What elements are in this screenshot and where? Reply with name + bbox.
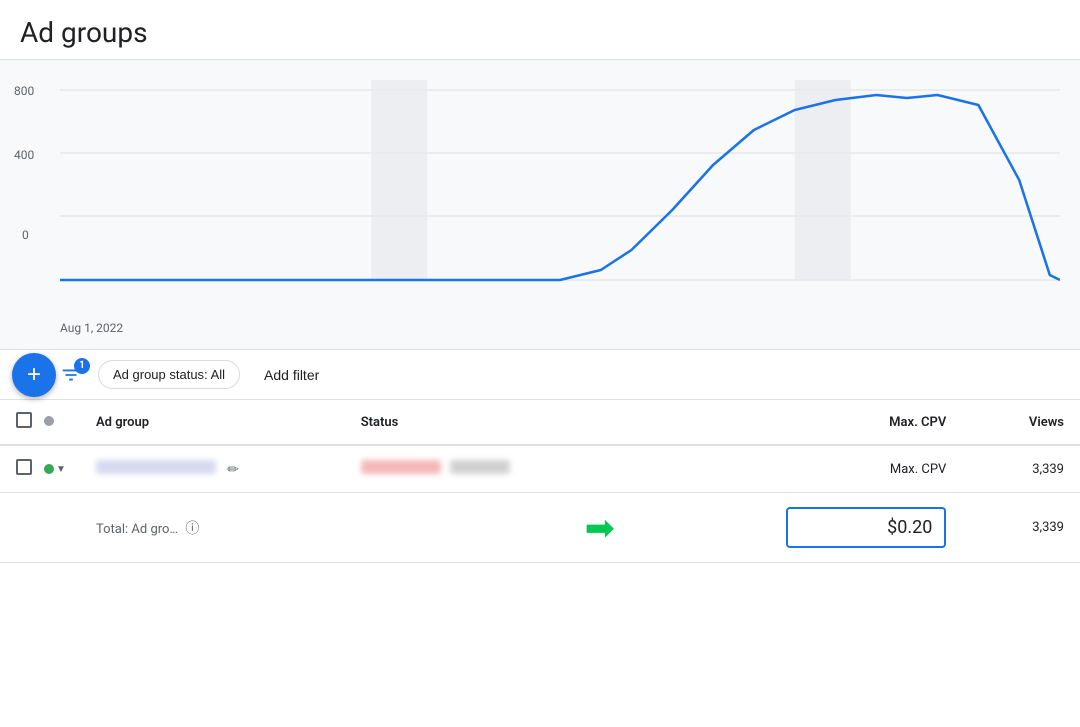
row-checkbox[interactable] xyxy=(16,459,32,475)
total-help-icon[interactable]: ⓘ xyxy=(185,521,199,537)
select-all-checkbox[interactable] xyxy=(16,412,32,428)
total-status-cell xyxy=(40,493,80,563)
total-max-cpv-highlighted[interactable]: $0.20 xyxy=(786,507,946,548)
row-status-value-cell xyxy=(345,445,639,493)
th-checkbox xyxy=(0,400,40,445)
filter-badge: 1 xyxy=(74,358,90,374)
th-status-label: Status xyxy=(361,415,399,430)
th-max-cpv-label: Max. CPV xyxy=(889,415,946,430)
edit-ad-group-icon[interactable]: ✏ xyxy=(227,462,239,478)
row-views-value: 3,339 xyxy=(1032,462,1064,477)
row-max-cpv-value: Max. CPV xyxy=(890,462,946,477)
total-max-cpv-cell[interactable]: $0.20 xyxy=(639,493,963,563)
ad-groups-table-wrapper: Ad group Status Max. CPV Views xyxy=(0,400,1080,563)
chart-x-label: Aug 1, 2022 xyxy=(60,321,123,335)
th-ad-group: Ad group xyxy=(80,400,345,445)
th-views-label: Views xyxy=(1029,415,1064,430)
row-status-dot xyxy=(44,464,54,474)
filter-bar: + 1 Ad group status: All Add filter xyxy=(0,350,1080,400)
y-label-400: 400 xyxy=(14,148,34,162)
performance-chart: 800 400 0 xyxy=(60,80,1060,300)
header-status-dot xyxy=(44,416,54,426)
total-views-value: 3,339 xyxy=(1032,520,1064,535)
ad-group-name-blurred xyxy=(96,460,216,474)
total-label: Total: Ad gro… xyxy=(96,522,178,537)
page-title: Ad groups xyxy=(20,16,1060,49)
ad-group-status-filter[interactable]: Ad group status: All xyxy=(98,360,240,389)
add-filter-button[interactable]: Add filter xyxy=(256,361,327,389)
total-checkbox-cell xyxy=(0,493,40,563)
filter-icon-wrapper[interactable]: 1 xyxy=(60,364,82,386)
status-dropdown-arrow[interactable]: ▼ xyxy=(56,464,66,475)
total-label-cell: Total: Ad gro… ⓘ xyxy=(80,493,345,563)
total-views-cell: 3,339 xyxy=(962,493,1080,563)
total-row: Total: Ad gro… ⓘ ➡ $0.20 3,339 xyxy=(0,493,1080,563)
fab-add-button[interactable]: + xyxy=(12,353,56,397)
th-status: Status xyxy=(345,400,639,445)
row-max-cpv-cell: Max. CPV xyxy=(639,445,963,493)
th-ad-group-label: Ad group xyxy=(96,415,149,430)
green-arrow-icon: ➡ xyxy=(585,510,615,546)
th-views: Views xyxy=(962,400,1080,445)
row-checkbox-cell xyxy=(0,445,40,493)
chart-area: 800 400 0 800 400 0 Aug 1, 2022 xyxy=(0,60,1080,350)
status-extra-blurred xyxy=(450,460,510,474)
table-row: ▼ ✏ Max. CPV 3,339 xyxy=(0,445,1080,493)
table-header-row: Ad group Status Max. CPV Views xyxy=(0,400,1080,445)
row-views-cell: 3,339 xyxy=(962,445,1080,493)
y-label-800: 800 xyxy=(14,84,34,98)
page-header: Ad groups xyxy=(0,0,1080,60)
th-max-cpv: Max. CPV xyxy=(639,400,963,445)
th-status-dot xyxy=(40,400,80,445)
y-label-0: 0 xyxy=(22,228,29,242)
row-status-cell: ▼ xyxy=(40,445,80,493)
total-status-value-cell: ➡ xyxy=(345,493,639,563)
ad-groups-table: Ad group Status Max. CPV Views xyxy=(0,400,1080,563)
status-value-blurred xyxy=(361,460,441,474)
row-ad-group-cell: ✏ xyxy=(80,445,345,493)
